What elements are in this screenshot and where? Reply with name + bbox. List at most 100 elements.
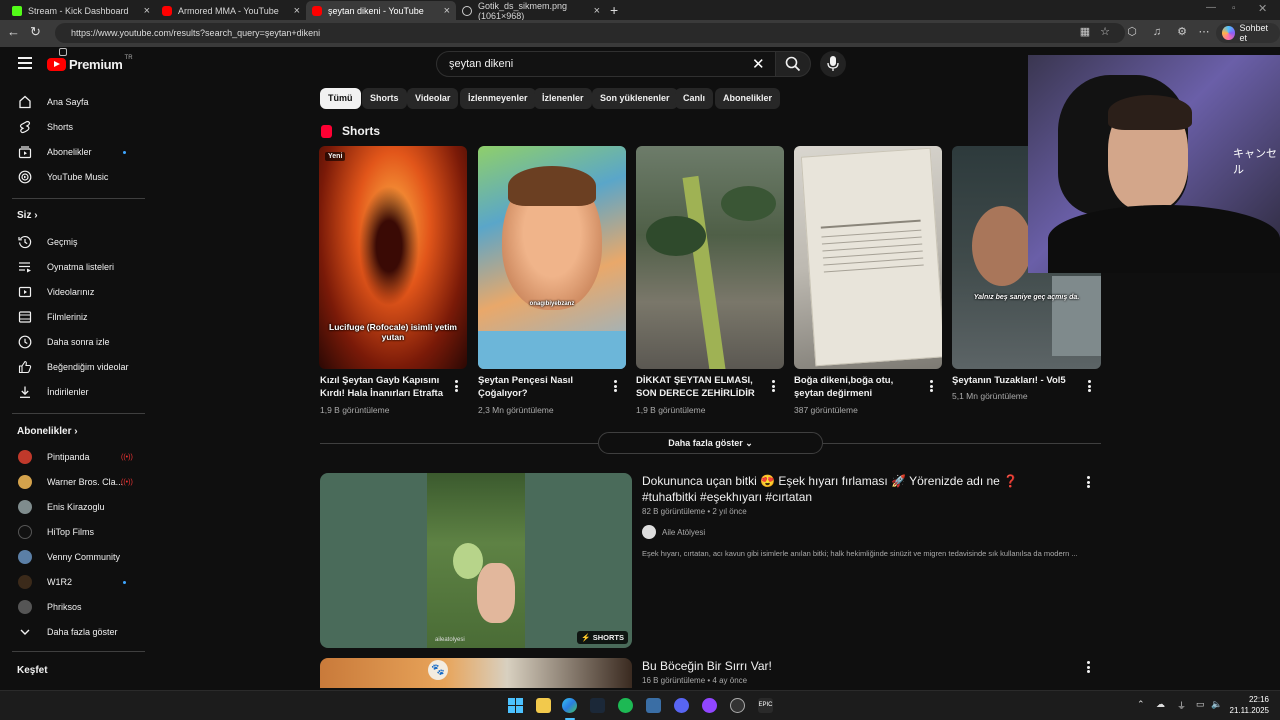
- more-options-icon[interactable]: [1084, 475, 1092, 490]
- sidebar-channel[interactable]: Enis Kirazoglu: [0, 495, 145, 519]
- hair-shape: [1108, 95, 1192, 130]
- twitch-icon[interactable]: [702, 698, 717, 713]
- video-thumbnail[interactable]: 🐾: [320, 658, 632, 688]
- show-more-shorts-button[interactable]: Daha fazla göster ⌄: [598, 432, 823, 454]
- sidebar-item-downloads[interactable]: İndirilenler: [0, 380, 145, 404]
- maximize-button[interactable]: ▫: [1232, 3, 1236, 14]
- close-tab-icon[interactable]: ×: [594, 5, 600, 17]
- browser-tab[interactable]: Armored MMA - YouTube ×: [156, 1, 306, 20]
- video-title[interactable]: Dokununca uçan bitki 😍 Eşek hıyarı fırla…: [642, 473, 1072, 505]
- sidebar-item-subscriptions[interactable]: Abonelikler: [0, 140, 145, 164]
- chip-all[interactable]: Tümü: [320, 88, 361, 109]
- new-tab-button[interactable]: +: [610, 2, 618, 18]
- more-options-icon[interactable]: [1085, 379, 1093, 394]
- short-thumbnail[interactable]: onagıbiyebzanz: [478, 146, 626, 369]
- close-tab-icon[interactable]: ×: [144, 5, 150, 17]
- sidebar-item-watch-later[interactable]: Daha sonra izle: [0, 330, 145, 354]
- sidebar-channel[interactable]: Warner Bros. Cla... ((•)): [0, 470, 145, 494]
- sidebar-item-home[interactable]: Ana Sayfa: [0, 90, 145, 114]
- app-icon[interactable]: [646, 698, 661, 713]
- search-input[interactable]: şeytan dikeni: [436, 51, 776, 77]
- channel-link[interactable]: Aile Atölyesi: [642, 525, 705, 539]
- epic-games-icon[interactable]: EPIC: [758, 698, 773, 713]
- sidebar-channel[interactable]: W1R2: [0, 570, 145, 594]
- sidebar-channel[interactable]: Venny Community: [0, 545, 145, 569]
- youtube-favicon-icon: [162, 5, 172, 16]
- close-tab-icon[interactable]: ×: [444, 5, 450, 17]
- reload-button[interactable]: ↻: [30, 24, 41, 40]
- clock-time[interactable]: 22:16: [1226, 695, 1269, 704]
- sidebar-item-youtube-music[interactable]: YouTube Music: [0, 165, 145, 189]
- sidebar-item-liked-videos[interactable]: Beğendiğim videolar: [0, 355, 145, 379]
- more-options-icon[interactable]: [611, 379, 619, 394]
- clear-search-icon[interactable]: ✕: [752, 55, 765, 73]
- back-button[interactable]: ←: [7, 24, 20, 39]
- minimize-button[interactable]: —: [1206, 2, 1216, 13]
- sidebar-channel[interactable]: Pintipanda ((•)): [0, 445, 145, 469]
- more-options-icon[interactable]: [769, 379, 777, 394]
- browser-tab-active[interactable]: şeytan dikeni - YouTube ×: [306, 1, 456, 20]
- sidebar-item-history[interactable]: Geçmiş: [0, 230, 145, 254]
- discord-icon[interactable]: [674, 698, 689, 713]
- close-tab-icon[interactable]: ×: [294, 5, 300, 17]
- sidebar-you-heading[interactable]: Siz ›: [17, 210, 38, 221]
- search-button[interactable]: [775, 51, 811, 77]
- sidebar-item-movies[interactable]: Filmleriniz: [0, 305, 145, 329]
- sidebar-channel[interactable]: Phriksos: [0, 595, 145, 619]
- sidebar-item-your-videos[interactable]: Videolarınız: [0, 280, 145, 304]
- chip-recently-uploaded[interactable]: Son yüklenenler: [592, 88, 678, 109]
- youtube-logo[interactable]: Premium TR: [47, 55, 133, 72]
- chevron-up-icon[interactable]: ⌃: [1137, 699, 1145, 710]
- sidebar-item-shorts[interactable]: Shorts: [0, 115, 145, 139]
- sidebar-channel[interactable]: HiTop Films: [0, 520, 145, 544]
- network-icon[interactable]: ▭: [1196, 699, 1205, 710]
- short-thumbnail[interactable]: Yeni Lucifuge (Rofocale) isimli yetim yu…: [319, 146, 467, 369]
- sidebar-subscriptions-heading[interactable]: Abonelikler ›: [17, 426, 78, 437]
- tray-icon[interactable]: ⏚: [1177, 699, 1186, 712]
- browser-tab[interactable]: Gotik_ds_sikmem.png (1061×968) ×: [456, 1, 606, 21]
- obs-icon[interactable]: [730, 698, 745, 713]
- more-menu-icon[interactable]: ⋯: [1198, 26, 1210, 38]
- favorite-star-icon[interactable]: ☆: [1099, 26, 1111, 38]
- volume-icon[interactable]: 🔈: [1211, 699, 1222, 710]
- more-options-icon[interactable]: [927, 379, 935, 394]
- short-title[interactable]: DİKKAT ŞEYTAN ELMASI, SON DERECE ZEHİRLİ…: [636, 374, 764, 400]
- steam-icon[interactable]: [590, 698, 605, 713]
- chip-subscriptions[interactable]: Abonelikler: [715, 88, 781, 109]
- sidebar-show-more[interactable]: Daha fazla göster: [0, 620, 145, 644]
- sidebar-item-playlists[interactable]: Oynatma listeleri: [0, 255, 145, 279]
- menu-hamburger-icon[interactable]: [18, 57, 32, 69]
- video-thumbnail[interactable]: aileatolyesi ⚡ SHORTS: [320, 473, 632, 648]
- browser-tab[interactable]: Stream - Kick Dashboard ×: [6, 1, 156, 20]
- chip-videos[interactable]: Videolar: [407, 88, 459, 109]
- short-title[interactable]: Şeytanın Tuzakları! - Vol5: [952, 374, 1080, 387]
- edge-browser-icon[interactable]: [562, 698, 577, 713]
- short-thumbnail[interactable]: [794, 146, 942, 369]
- copilot-chat-button[interactable]: Sohbet et: [1216, 23, 1280, 43]
- extension-icon[interactable]: ⚙: [1176, 26, 1188, 38]
- chip-unwatched[interactable]: İzlenmeyenler: [460, 88, 536, 109]
- chip-shorts[interactable]: Shorts: [362, 88, 407, 109]
- tray-icon[interactable]: ☁: [1156, 699, 1165, 710]
- short-title[interactable]: Şeytan Pençesi Nasıl Çoğalıyor?: [478, 374, 606, 400]
- spotify-icon[interactable]: [618, 698, 633, 713]
- close-window-button[interactable]: ✕: [1258, 2, 1267, 15]
- short-thumbnail[interactable]: [636, 146, 784, 369]
- extensions-icon[interactable]: ⬡: [1126, 26, 1138, 38]
- reader-mode-icon[interactable]: ▦: [1079, 26, 1091, 38]
- short-title[interactable]: Kızıl Şeytan Gayb Kapısını Kırdı! Hala İ…: [320, 374, 448, 400]
- clock-date[interactable]: 21.11.2025: [1226, 706, 1269, 715]
- chip-live[interactable]: Canlı: [675, 88, 714, 109]
- extension-icon[interactable]: ♫: [1151, 26, 1163, 38]
- file-explorer-icon[interactable]: [536, 698, 551, 713]
- chevron-down-icon: ⌄: [745, 438, 753, 448]
- address-bar[interactable]: https://www.youtube.com/results?search_q…: [55, 23, 1125, 43]
- more-options-icon[interactable]: [1084, 660, 1092, 675]
- shorts-shelf-heading: Shorts: [342, 124, 381, 138]
- chip-watched[interactable]: İzlenenler: [534, 88, 592, 109]
- voice-search-button[interactable]: [820, 51, 846, 77]
- more-options-icon[interactable]: [452, 379, 460, 394]
- video-title[interactable]: Bu Böceğin Bir Sırrı Var!: [642, 658, 1072, 674]
- short-title[interactable]: Boğa dikeni,boğa otu, şeytan değirmeni: [794, 374, 922, 400]
- start-menu-icon[interactable]: [508, 698, 523, 713]
